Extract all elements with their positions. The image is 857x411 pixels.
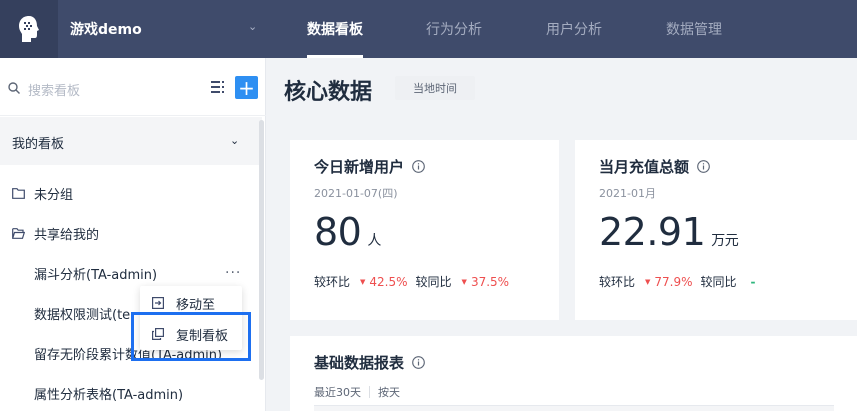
yoy-label: 较同比 — [700, 275, 737, 289]
head-logo-icon — [19, 16, 39, 42]
my-boards-group[interactable]: 我的看板 ⌄ — [0, 117, 262, 165]
granularity-label[interactable]: 按天 — [378, 384, 400, 400]
report-table-header — [314, 405, 834, 411]
yoy-value: - — [750, 274, 756, 289]
board-item-permission-test[interactable]: 数据权限测试(te — [34, 304, 130, 323]
chevron-down-icon[interactable]: ⌄ — [230, 134, 239, 147]
metric-number: 80 — [314, 210, 362, 254]
app-logo[interactable] — [0, 0, 58, 58]
card-title: 今日新增用户 — [314, 156, 425, 177]
folder-ungrouped[interactable]: 未分组 — [12, 184, 73, 203]
timezone-tag[interactable]: 当地时间 — [395, 76, 475, 100]
info-icon[interactable] — [412, 160, 425, 173]
report-card: 基础数据报表 最近30天 按天 — [290, 336, 857, 411]
top-bar: 游戏demo ⌄ 数据看板 行为分析 用户分析 数据管理 — [0, 0, 857, 58]
card-title-text: 今日新增用户 — [314, 158, 405, 176]
card-title: 基础数据报表 — [314, 352, 425, 373]
down-arrow-icon: ▼ — [360, 277, 366, 286]
mom-value: 77.9% — [654, 274, 693, 289]
folder-label: 未分组 — [34, 188, 74, 203]
app-name[interactable]: 游戏demo — [70, 19, 142, 39]
down-arrow-icon: ▼ — [461, 277, 467, 286]
info-icon[interactable] — [412, 356, 425, 369]
divider — [369, 386, 370, 398]
date-range-label[interactable]: 最近30天 — [314, 384, 361, 400]
nav-tab-user-analysis[interactable]: 用户分析 — [546, 19, 602, 39]
down-arrow-icon: ▼ — [645, 277, 651, 286]
folder-shared-with-me[interactable]: 共享给我的 — [12, 224, 99, 243]
card-date: 2021-01-07(四) — [314, 187, 398, 200]
card-title: 当月充值总额 — [599, 156, 710, 177]
nav-tab-behavior-analysis[interactable]: 行为分析 — [426, 19, 482, 39]
report-filters: 最近30天 按天 — [314, 384, 400, 400]
card-date: 2021-01月 — [599, 187, 656, 200]
search-bar[interactable]: 搜索看板 + — [0, 58, 266, 116]
metric-card-monthly-recharge: 当月充值总额 2021-01月 22.91 万元 较环比 ▼ 77.9% 较同比 … — [575, 140, 857, 320]
folder-label: 共享给我的 — [34, 228, 100, 243]
search-input[interactable]: 搜索看板 — [28, 80, 80, 99]
search-icon — [8, 82, 20, 94]
active-tab-indicator — [307, 55, 363, 58]
folder-open-icon — [12, 228, 25, 239]
more-options-icon[interactable]: ··· — [225, 265, 241, 281]
mom-label: 较环比 — [314, 275, 351, 289]
board-item-attribute-table[interactable]: 属性分析表格(TA-admin) — [34, 384, 183, 403]
metric-unit: 万元 — [711, 233, 739, 249]
comparison-row: 较环比 ▼ 42.5% 较同比 ▼ 37.5% — [314, 273, 517, 290]
page-title: 核心数据 — [284, 80, 373, 105]
nav-tab-data-management[interactable]: 数据管理 — [666, 19, 722, 39]
metric-number: 22.91 — [599, 210, 706, 254]
comparison-row: 较环比 ▼ 77.9% 较同比 - — [599, 273, 756, 290]
metric-value: 22.91 万元 — [599, 210, 739, 254]
metric-value: 80 人 — [314, 210, 381, 254]
mom-value: 42.5% — [369, 274, 408, 289]
board-item-funnel[interactable]: 漏斗分析(TA-admin) — [34, 264, 157, 283]
folder-icon — [12, 188, 25, 199]
sidebar-scrollbar[interactable] — [259, 120, 264, 380]
sort-list-icon[interactable] — [211, 81, 225, 93]
plus-icon: + — [238, 75, 255, 100]
menu-item-label: 移动至 — [176, 297, 216, 313]
yoy-value: 37.5% — [470, 274, 510, 289]
mom-label: 较环比 — [599, 275, 636, 289]
info-icon[interactable] — [697, 160, 710, 173]
card-title-text: 基础数据报表 — [314, 354, 405, 372]
nav-tab-dashboard[interactable]: 数据看板 — [307, 19, 363, 39]
chevron-down-icon[interactable]: ⌄ — [248, 20, 257, 33]
yoy-label: 较同比 — [415, 275, 452, 289]
metric-unit: 人 — [367, 233, 381, 249]
card-title-text: 当月充值总额 — [599, 158, 690, 176]
add-board-button[interactable]: + — [235, 76, 258, 99]
group-title: 我的看板 — [12, 137, 65, 152]
move-icon — [152, 297, 164, 309]
metric-card-new-users: 今日新增用户 2021-01-07(四) 80 人 较环比 ▼ 42.5% 较同比… — [290, 140, 559, 320]
highlight-box — [131, 312, 251, 361]
